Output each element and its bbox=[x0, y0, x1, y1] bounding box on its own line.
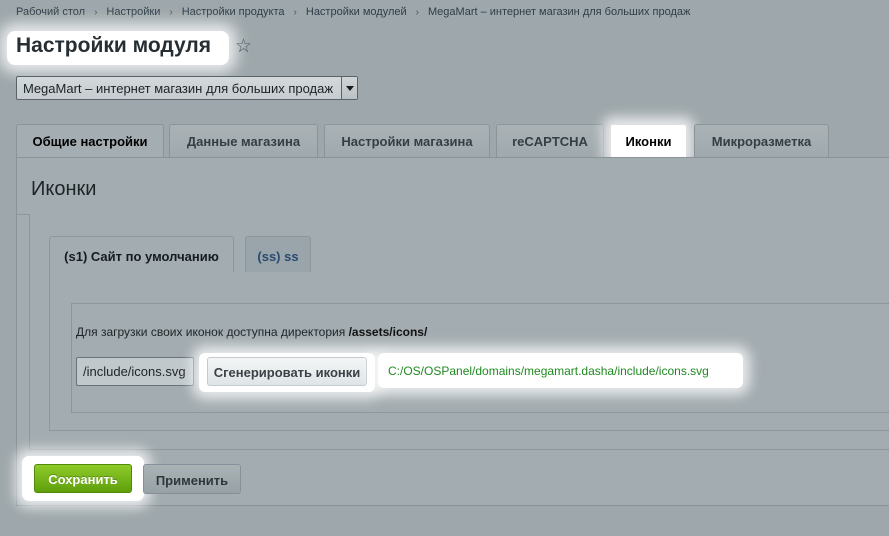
breadcrumb-item-settings[interactable]: Настройки bbox=[106, 6, 160, 18]
icons-directory-info: Для загрузки своих иконок доступна дирек… bbox=[76, 325, 427, 339]
apply-button[interactable]: Применить bbox=[143, 464, 241, 494]
breadcrumb-item-module-settings[interactable]: Настройки модулей bbox=[306, 6, 407, 18]
breadcrumb-item-megamart[interactable]: MegaMart – интернет магазин для больших … bbox=[428, 6, 690, 18]
content-divider bbox=[71, 303, 889, 304]
site-select[interactable]: MegaMart – интернет магазин для больших … bbox=[16, 76, 358, 100]
subtab-site-default[interactable]: (s1) Сайт по умолчанию bbox=[49, 236, 234, 272]
breadcrumb-separator-icon: › bbox=[94, 7, 98, 18]
icons-path-input[interactable] bbox=[76, 357, 194, 386]
subtab-site-ss[interactable]: (ss) ss bbox=[245, 236, 311, 272]
subtab-panel bbox=[49, 271, 889, 431]
page-title: Настройки модуля bbox=[16, 34, 212, 57]
result-path-text: C:/OS/OSPanel/domains/megamart.dasha/inc… bbox=[388, 364, 709, 378]
breadcrumb-separator-icon: › bbox=[415, 7, 420, 18]
breadcrumb-separator-icon: › bbox=[169, 7, 173, 18]
info-directory: /assets/icons/ bbox=[348, 325, 428, 339]
content-border-bottom bbox=[71, 412, 889, 413]
save-button[interactable]: Сохранить bbox=[34, 464, 132, 493]
tab-general-settings[interactable]: Общие настройки bbox=[16, 124, 164, 157]
tab-microdata[interactable]: Микроразметка bbox=[694, 124, 829, 157]
tab-icons[interactable]: Иконки bbox=[610, 124, 687, 157]
content-border-left bbox=[71, 303, 72, 412]
chevron-down-icon[interactable] bbox=[341, 77, 357, 99]
site-select-value: MegaMart – интернет магазин для больших … bbox=[23, 81, 334, 96]
tab-recaptcha[interactable]: reCAPTCHA bbox=[496, 124, 604, 157]
generate-icons-button[interactable]: Сгенерировать иконки bbox=[207, 357, 367, 386]
info-text: Для загрузки своих иконок доступна дирек… bbox=[76, 325, 346, 339]
panel-title: Иконки bbox=[31, 178, 97, 200]
tab-shop-data[interactable]: Данные магазина bbox=[169, 124, 318, 157]
star-icon[interactable]: ☆ bbox=[235, 37, 252, 57]
breadcrumb-separator-icon: › bbox=[293, 7, 297, 18]
breadcrumb-item-product-settings[interactable]: Настройки продукта bbox=[182, 6, 285, 18]
breadcrumb: Рабочий стол › Настройки › Настройки продукт… bbox=[16, 6, 690, 18]
breadcrumb-item-desktop[interactable]: Рабочий стол bbox=[16, 6, 85, 18]
tab-shop-settings[interactable]: Настройки магазина bbox=[324, 124, 490, 157]
